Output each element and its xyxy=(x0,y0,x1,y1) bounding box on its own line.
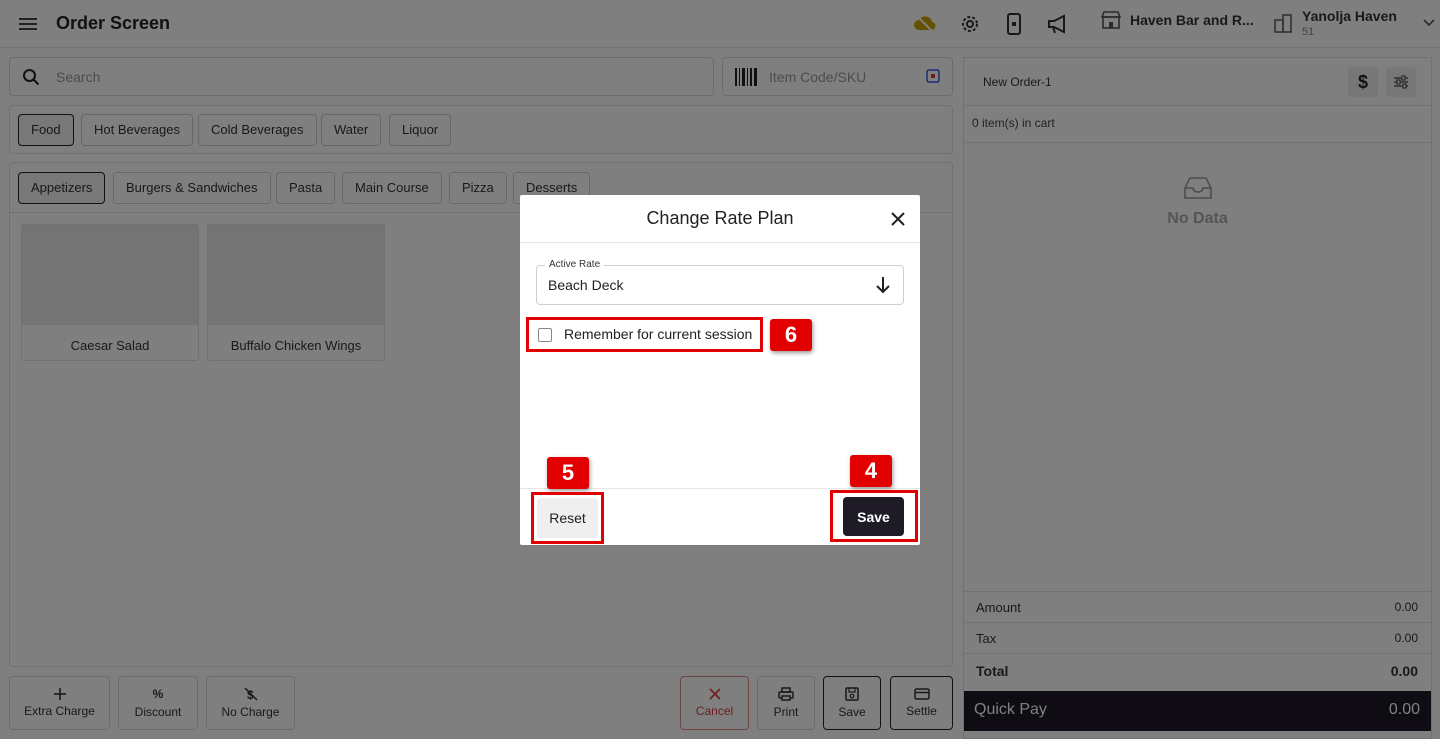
annotation-badge-5: 5 xyxy=(547,457,589,489)
active-rate-label: Active Rate xyxy=(545,259,605,270)
reset-button[interactable]: Reset xyxy=(537,498,598,538)
annotation-badge-6: 6 xyxy=(770,319,812,351)
annotation-badge-4: 4 xyxy=(850,455,892,487)
dialog-header: Change Rate Plan xyxy=(520,195,920,243)
active-rate-value: Beach Deck xyxy=(548,277,624,293)
save-highlight: Save xyxy=(830,490,918,542)
remember-session-checkbox[interactable] xyxy=(538,328,552,342)
dialog-title: Change Rate Plan xyxy=(646,208,794,228)
remember-session-highlight: Remember for current session xyxy=(526,317,763,352)
close-icon[interactable] xyxy=(888,209,908,229)
save-button[interactable]: Save xyxy=(843,497,904,536)
reset-highlight: Reset xyxy=(531,492,604,544)
active-rate-select[interactable]: Active Rate Beach Deck xyxy=(536,259,904,305)
remember-session-label[interactable]: Remember for current session xyxy=(564,326,752,342)
arrow-down-icon xyxy=(875,276,891,294)
change-rate-plan-dialog: Change Rate Plan Active Rate Beach Deck … xyxy=(520,195,920,545)
